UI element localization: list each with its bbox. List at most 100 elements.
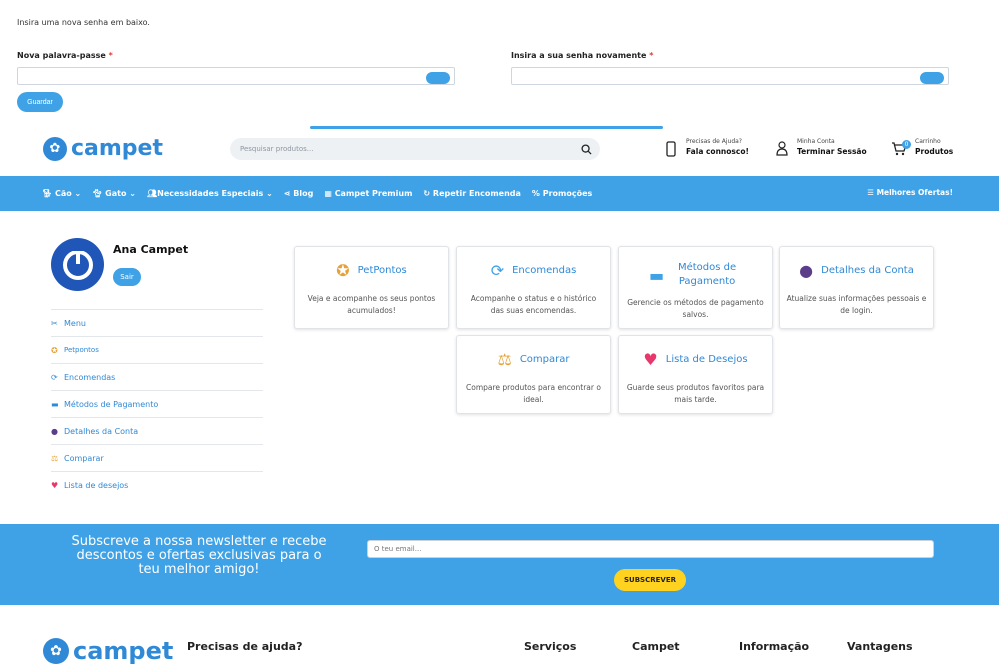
search-input[interactable]: Pesquisar produtos... [230,138,600,160]
card-title: Encomendas [512,265,577,276]
sidebar-item-compare[interactable]: ⚖ Comparar [51,444,263,471]
card-title: Comparar [519,354,570,365]
new-password-field[interactable] [17,67,455,85]
sidebar-item-label: Comparar [64,453,104,463]
nav-item-label: Repetir Encomenda [432,189,521,198]
sidebar-item-label: Detalhes da Conta [64,426,139,436]
newsletter-text: Subscreve a nossa newsletter e recebe de… [71,534,327,577]
help-contact[interactable]: Precisas de Ajuda? Fala connosco! [686,138,749,156]
person-icon: ● [51,426,58,436]
cart-small-text: Carrinho [915,138,941,145]
footer-column-advantages: Vantagens [847,640,913,653]
card-description: Guarde seus produtos favoritos para mais… [626,383,765,404]
search-icon[interactable] [581,143,592,155]
sidebar-item-label: Métodos de Pagamento [64,399,159,409]
card-payment-methods[interactable]: ▬ Métodos de Pagamento Gerencie os método… [618,246,773,329]
card-wishlist[interactable]: ♥ Lista de Desejos Guarde seus produtos f… [618,335,773,414]
sidebar-item-orders[interactable]: ⟳ Encomendas [51,363,263,390]
subscribe-button[interactable]: SUBSCREVER [614,569,686,591]
user-group-icon: 👥︎ [146,189,158,198]
required-mark: * [649,51,654,60]
cat-icon: 🐈︎ [92,189,106,198]
sidebar-item-wishlist[interactable]: ♥ Lista de desejos [51,471,263,498]
card-description: Compare produtos para encontrar o ideal. [466,383,601,404]
sidebar-item-account-details[interactable]: ● Detalhes da Conta [51,417,263,444]
tools-icon: ✂ [51,318,58,328]
nav-item-blog[interactable]: ⋖ Blog [284,189,314,198]
repeat-icon: ↻ [423,189,433,198]
logout-button[interactable]: Sair [113,268,141,286]
nav-item-label: Promoções [542,189,593,198]
scales-icon: ⚖ [497,350,512,369]
card-description: Veja e acompanhe os seus pontos acumulad… [307,294,436,315]
nav-item-special-needs[interactable]: 👥︎Necessidades Especiais ⌄ [147,189,273,198]
credit-card-icon: ▬ [648,265,665,285]
email-field[interactable]: O teu email... [367,540,934,558]
user-icon [776,141,788,160]
nav-item-promotions[interactable]: % Promoções [532,189,592,198]
footer-column-services: Serviços [524,640,577,653]
nav-item-label: Blog [293,189,314,198]
save-button[interactable]: Guardar [17,92,63,112]
sidebar-item-label: Petpontos [64,346,99,354]
nav-item-premium[interactable]: ▦ Campet Premium [324,189,412,198]
nav-item-label: Necessidades Especiais [157,189,264,198]
sidebar-item-label: Menu [64,318,86,328]
cart-link[interactable]: Carrinho Produtos [915,138,953,156]
sidebar-item-label: Encomendas [64,372,116,382]
nav-item-dog[interactable]: 🐕︎ Cão ⌄ [42,189,81,198]
card-description: Atualize suas informações pessoais e de … [786,294,927,315]
nav-item-label: Campet Premium [334,189,413,198]
card-title: Lista de Desejos [665,354,748,365]
logo-text: campet [73,637,174,665]
card-title: PetPontos [357,265,407,276]
avatar [51,238,104,291]
power-icon [62,246,93,280]
cart-count-badge: 0 [902,140,911,149]
show-password-toggle[interactable] [920,72,944,84]
nav-item-repeat-order[interactable]: ↻ Repetir Encomenda [423,189,521,198]
help-small-text: Precisas de Ajuda? [686,138,742,145]
person-icon: ● [799,261,814,280]
user-name: Ana Campet [113,243,189,256]
show-password-toggle[interactable] [426,72,450,84]
footer-column-campet: Campet [632,640,680,653]
repeat-password-field[interactable] [511,67,949,85]
new-password-label: Nova palavra-passe * [17,51,113,60]
card-account-details[interactable]: ● Detalhes da Conta Atualize suas informa… [779,246,934,329]
sidebar-item-label: Lista de desejos [64,480,129,490]
dog-icon: 🐕︎ [42,189,55,198]
medal-icon: ✪ [51,345,58,355]
refresh-icon: ⟳ [490,261,505,280]
footer-logo[interactable]: ✿ campet [43,637,173,665]
deals-link[interactable]: ☰ Melhores Ofertas! [867,188,953,197]
account-link[interactable]: Minha Conta Terminar Sessão [797,138,867,156]
share-icon: ⋖ [283,189,294,198]
paw-logo-icon: ✿ [43,638,69,664]
card-description: Acompanhe o status e o histórico das sua… [470,294,597,315]
scales-icon: ⚖ [51,453,59,463]
card-description: Gerencie os métodos de pagamento salvos. [627,298,764,319]
card-orders[interactable]: ⟳ Encomendas Acompanhe o status e o histó… [456,246,611,329]
account-small-text: Minha Conta [797,138,835,145]
cart-big-text: Produtos [915,147,954,156]
site-logo[interactable]: ✿ campet [43,136,163,161]
phone-icon [666,141,676,161]
nav-item-cat[interactable]: 🐈︎ Gato ⌄ [92,189,136,198]
search-placeholder: Pesquisar produtos... [240,145,314,153]
medal-icon: ✪ [336,261,350,280]
sidebar-item-petpontos[interactable]: ✪ Petpontos [51,336,263,363]
help-big-text: Fala connosco! [686,147,749,156]
card-title: Detalhes da Conta [821,265,914,276]
new-password-label-text: Nova palavra-passe [17,51,106,60]
sidebar-item-menu[interactable]: ✂ Menu [51,309,263,336]
sidebar-item-payment[interactable]: ▬ Métodos de Pagamento [51,390,263,417]
card-compare[interactable]: ⚖ Comparar Compare produtos para encontra… [456,335,611,414]
menu-icon: ☰ [867,188,877,197]
percent-icon: % [531,189,543,198]
main-nav: 🐕︎ Cão ⌄ 🐈︎ Gato ⌄ 👥︎Necessidades Especi… [0,176,999,211]
heart-icon: ♥ [51,480,59,490]
intro-text: Insira uma nova senha em baixo. [17,18,150,27]
logout-link[interactable]: Terminar Sessão [797,147,867,156]
card-petpontos[interactable]: ✪ PetPontos Veja e acompanhe os seus pont… [294,246,449,329]
